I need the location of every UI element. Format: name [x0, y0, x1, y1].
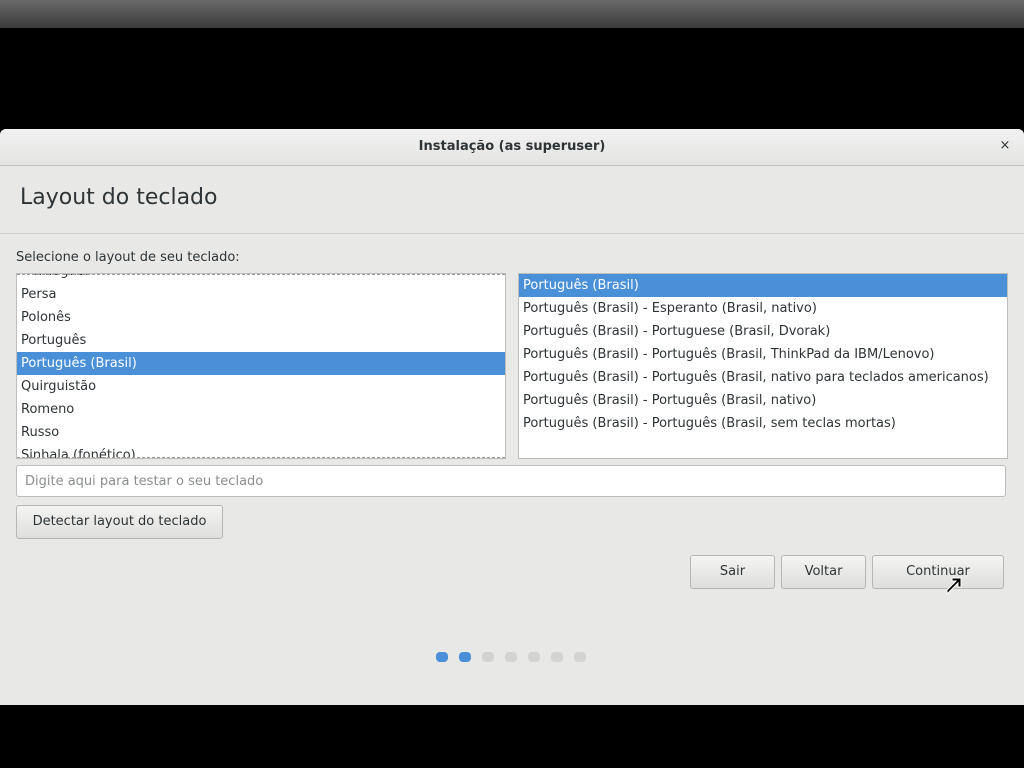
layout-list-item[interactable]: Polonês — [17, 306, 505, 329]
page-title: Layout do teclado — [20, 185, 218, 210]
progress-step-dot — [528, 652, 540, 662]
scroll-edge-bottom — [17, 457, 505, 458]
close-icon[interactable]: × — [998, 138, 1012, 154]
layout-list-item[interactable]: Português (Brasil) — [17, 352, 505, 375]
variant-list-item[interactable]: Português (Brasil) - Português (Brasil, … — [519, 412, 1007, 435]
progress-step-dot — [551, 652, 563, 662]
layout-list-item[interactable]: Português — [17, 329, 505, 352]
layout-list-item[interactable]: Russo — [17, 421, 505, 444]
title-bar[interactable]: Instalação (as superuser) × — [0, 129, 1024, 166]
variant-list-item[interactable]: Português (Brasil) - Português (Brasil, … — [519, 389, 1007, 412]
layout-list-item[interactable]: Romeno — [17, 398, 505, 421]
progress-step-dot — [505, 652, 517, 662]
variant-list-item[interactable]: Português (Brasil) - Esperanto (Brasil, … — [519, 297, 1007, 320]
progress-step-dot — [574, 652, 586, 662]
desktop-top-panel — [0, 0, 1024, 28]
layout-list-item[interactable]: Quirguistão — [17, 375, 505, 398]
scroll-edge-top — [17, 274, 505, 275]
keyboard-layout-list[interactable]: NorueguêsPersaPolonêsPortuguêsPortuguês … — [16, 273, 506, 459]
keyboard-test-input[interactable] — [16, 465, 1006, 497]
progress-step-dot — [436, 652, 448, 662]
variant-list-item[interactable]: Português (Brasil) - Português (Brasil, … — [519, 366, 1007, 389]
variant-list-item[interactable]: Português (Brasil) — [519, 274, 1007, 297]
keyboard-variant-list[interactable]: Português (Brasil) Português (Brasil) - E… — [518, 273, 1008, 459]
heading-divider — [0, 233, 1024, 234]
installer-window: Instalação (as superuser) × Layout do te… — [0, 129, 1024, 705]
progress-step-dot — [459, 652, 471, 662]
window-title: Instalação (as superuser) — [418, 139, 606, 154]
continue-button[interactable]: Continuar — [872, 555, 1004, 589]
quit-button[interactable]: Sair — [690, 555, 775, 589]
detect-layout-button[interactable]: Detectar layout do teclado — [16, 505, 223, 539]
progress-step-dot — [482, 652, 494, 662]
layout-list-item[interactable]: Persa — [17, 283, 505, 306]
variant-list-item[interactable]: Português (Brasil) - Português (Brasil, … — [519, 343, 1007, 366]
mouse-pointer-icon — [946, 577, 962, 595]
layout-prompt-label: Selecione o layout de seu teclado: — [16, 250, 240, 265]
variant-list-item[interactable]: Português (Brasil) - Portuguese (Brasil,… — [519, 320, 1007, 343]
back-button[interactable]: Voltar — [781, 555, 866, 589]
